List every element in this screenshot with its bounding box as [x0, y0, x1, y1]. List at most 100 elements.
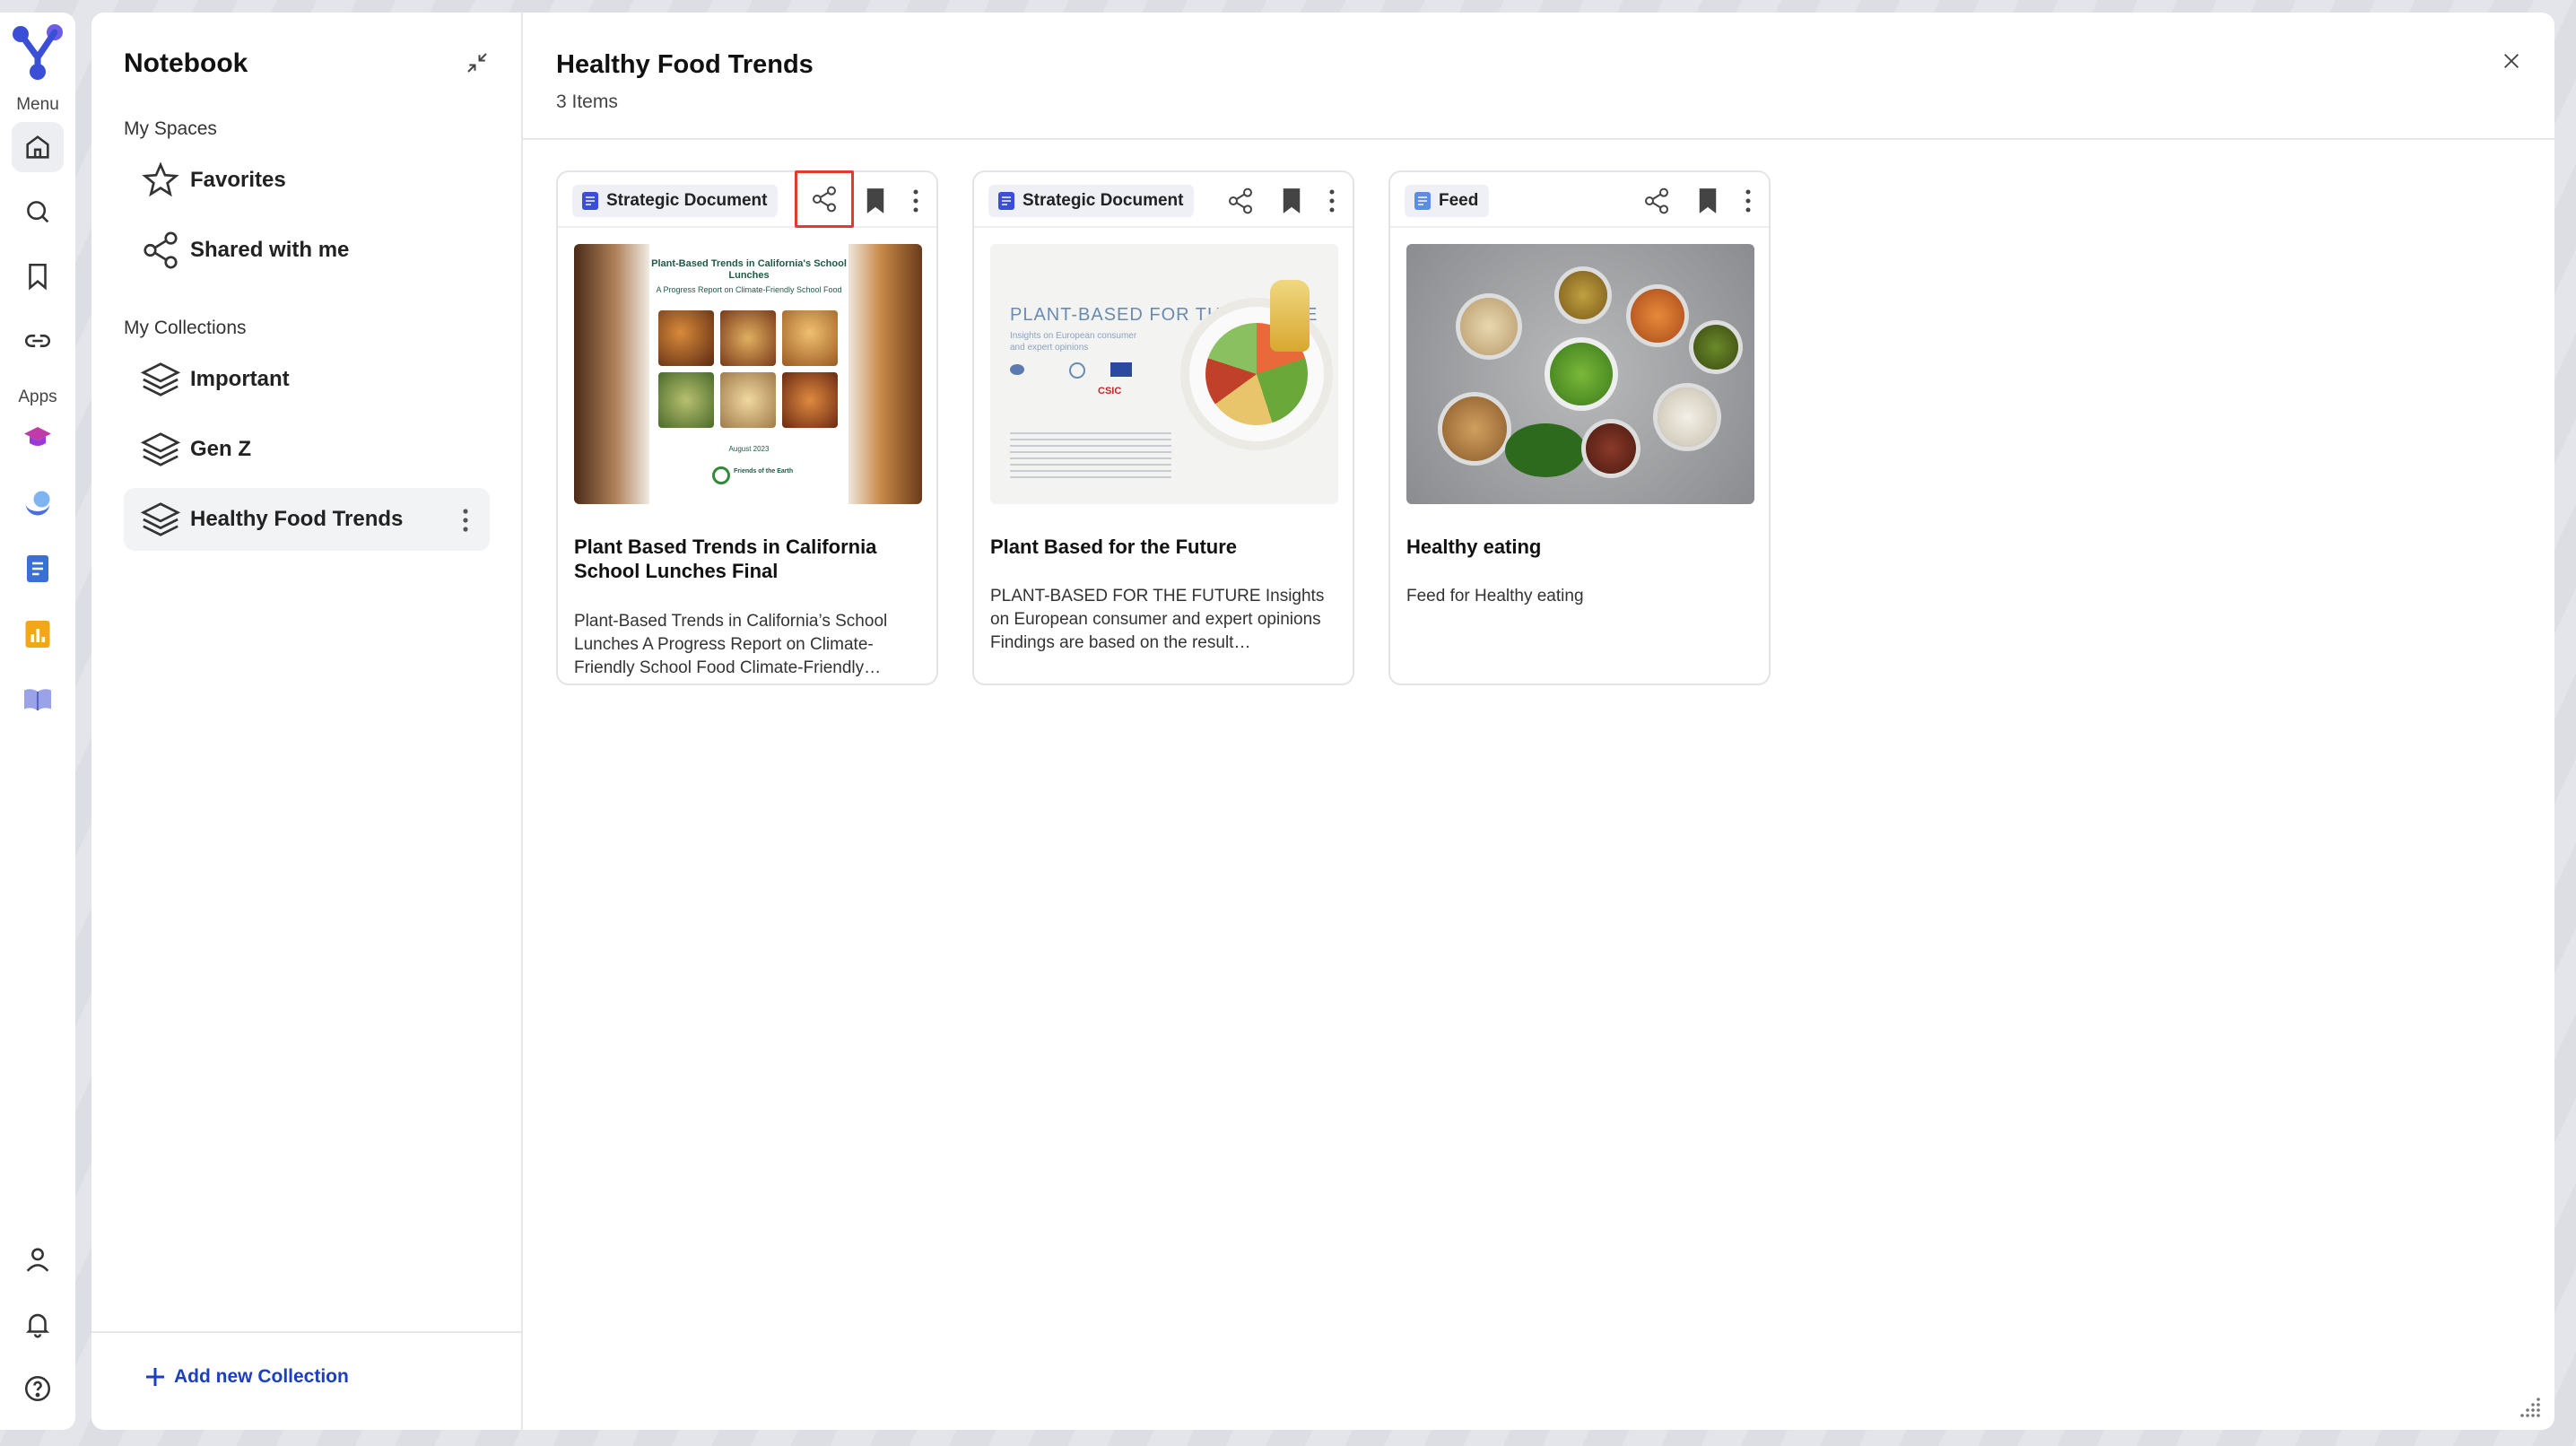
- card-description: PLANT-BASED FOR THE FUTURE Insights on E…: [990, 587, 1325, 652]
- bookmark-button[interactable]: [1690, 183, 1726, 219]
- layers-icon: [140, 502, 181, 536]
- star-icon: [142, 161, 179, 197]
- share-button[interactable]: [1627, 172, 1686, 230]
- share-button[interactable]: [1211, 172, 1270, 230]
- report-cover-org: Friends of the Earth: [734, 468, 794, 475]
- notebook-panel: Notebook My Spaces Favorites Shared with…: [91, 13, 2554, 1430]
- sidebar-item-label: Shared with me: [190, 238, 350, 262]
- notebook-button[interactable]: [12, 251, 64, 301]
- links-button[interactable]: [12, 316, 64, 366]
- help-button[interactable]: [12, 1363, 64, 1414]
- sidebar-footer: Add new Collection: [91, 1331, 521, 1430]
- resize-grip-icon[interactable]: [2520, 1396, 2542, 1417]
- thumbnail-body-text: [1010, 432, 1171, 481]
- apps-label: Apps: [18, 388, 57, 406]
- app-insights[interactable]: [12, 478, 64, 528]
- food-photo: [720, 372, 776, 428]
- sidebar-item-label: Healthy Food Trends: [190, 507, 404, 531]
- sidebar-item-important[interactable]: Important: [124, 348, 490, 411]
- collection-card[interactable]: Feed Healthy eating Feed for Healthy eat…: [1388, 170, 1771, 685]
- sidebar-item-favorites[interactable]: Favorites: [124, 149, 490, 212]
- sidebar-item-healthy-food-trends[interactable]: Healthy Food Trends: [124, 488, 490, 551]
- open-book-icon: [24, 689, 51, 710]
- add-collection-button[interactable]: Add new Collection: [142, 1363, 349, 1390]
- type-tag: Strategic Document: [572, 185, 779, 217]
- home-button[interactable]: [12, 122, 64, 172]
- more-options-button[interactable]: [1735, 183, 1762, 219]
- profile-button[interactable]: [12, 1234, 64, 1285]
- card-thumbnail: Plant-Based Trends in California's Schoo…: [574, 244, 922, 504]
- rail-bottom: [0, 1220, 75, 1414]
- sidebar-item-shared[interactable]: Shared with me: [124, 219, 490, 282]
- bowl-mung-beans: [1693, 325, 1738, 370]
- bar-chart-icon: [25, 621, 50, 648]
- collapse-button[interactable]: [457, 43, 497, 83]
- card-toolbar: Strategic Document: [558, 170, 936, 228]
- report-cover-date: August 2023: [728, 445, 770, 453]
- collection-header: Healthy Food Trends 3 Items: [523, 13, 2554, 140]
- bell-icon: [26, 1313, 49, 1338]
- more-options-button[interactable]: [1318, 183, 1345, 219]
- sidebar-item-gen-z[interactable]: Gen Z: [124, 418, 490, 481]
- help-icon: [24, 1375, 51, 1402]
- type-tag-label: Strategic Document: [606, 191, 768, 210]
- graduation-cap-icon: [24, 427, 51, 446]
- food-photo: [782, 310, 838, 366]
- friends-of-earth-logo-icon: [712, 466, 730, 484]
- app-charts[interactable]: [12, 609, 64, 659]
- app-education[interactable]: [12, 413, 64, 463]
- app-rail: Menu Apps: [0, 13, 75, 1430]
- user-icon: [26, 1248, 49, 1272]
- card-thumbnail: [1406, 244, 1754, 504]
- notifications-button[interactable]: [12, 1299, 64, 1349]
- more-vertical-icon: [1329, 189, 1335, 213]
- report-cover-subheading: A Progress Report on Climate-Friendly Sc…: [656, 285, 842, 294]
- document-icon: [582, 192, 598, 210]
- bookmark-filled-icon: [866, 188, 884, 213]
- bowl-beans: [1460, 298, 1518, 355]
- csic-logo-text: CSIC: [1098, 386, 1122, 396]
- partner-logo-icon: [1069, 362, 1085, 379]
- app-logo-icon[interactable]: [10, 23, 65, 83]
- more-vertical-icon: [913, 189, 918, 213]
- link-icon: [25, 335, 50, 347]
- bookmark-button[interactable]: [857, 183, 893, 219]
- share-button[interactable]: [795, 170, 854, 228]
- close-icon: [2504, 54, 2519, 68]
- my-spaces-heading: My Spaces: [124, 118, 217, 139]
- spinach-leaves: [1505, 423, 1586, 477]
- card-description: Plant-Based Trends in California’s Schoo…: [574, 612, 888, 677]
- collection-card[interactable]: Strategic Document PLANT-BASED FOR THE F…: [972, 170, 1354, 685]
- bowl-white-beans: [1658, 388, 1717, 447]
- collection-content: Healthy Food Trends 3 Items Strategic Do…: [523, 13, 2554, 1430]
- app-documents[interactable]: [12, 544, 64, 594]
- sidebar-item-label: Gen Z: [190, 437, 252, 461]
- bowl-grains: [1559, 271, 1607, 319]
- app-library[interactable]: [12, 675, 64, 725]
- card-thumbnail: PLANT-BASED FOR THE FUTURE Insights on E…: [990, 244, 1338, 504]
- bookmark-button[interactable]: [1274, 183, 1310, 219]
- collection-card[interactable]: Strategic Document Plant-Based Trends in…: [556, 170, 938, 685]
- add-collection-label: Add new Collection: [174, 1366, 349, 1387]
- layers-icon: [140, 432, 181, 466]
- card-title[interactable]: Plant Based for the Future: [990, 535, 1340, 559]
- bookmark-icon: [29, 263, 47, 291]
- more-options-button[interactable]: [902, 183, 929, 219]
- close-button[interactable]: [2495, 45, 2528, 77]
- share-icon: [1229, 187, 1252, 214]
- collapse-icon: [467, 53, 487, 73]
- card-title[interactable]: Healthy eating: [1406, 535, 1756, 559]
- card-title[interactable]: Plant Based Trends in California School …: [574, 535, 924, 583]
- more-vertical-icon[interactable]: [461, 508, 470, 533]
- item-count: 3 Items: [556, 91, 618, 112]
- menu-label: Menu: [16, 95, 59, 114]
- sidebar-title: Notebook: [124, 48, 248, 78]
- food-photo-grid: [658, 310, 840, 428]
- food-photo: [720, 310, 776, 366]
- search-button[interactable]: [12, 187, 64, 237]
- card-toolbar: Feed: [1390, 172, 1769, 228]
- sidebar-item-label: Favorites: [190, 168, 286, 192]
- document-icon: [998, 192, 1014, 210]
- more-vertical-icon: [1745, 189, 1751, 213]
- type-tag: Strategic Document: [988, 185, 1195, 217]
